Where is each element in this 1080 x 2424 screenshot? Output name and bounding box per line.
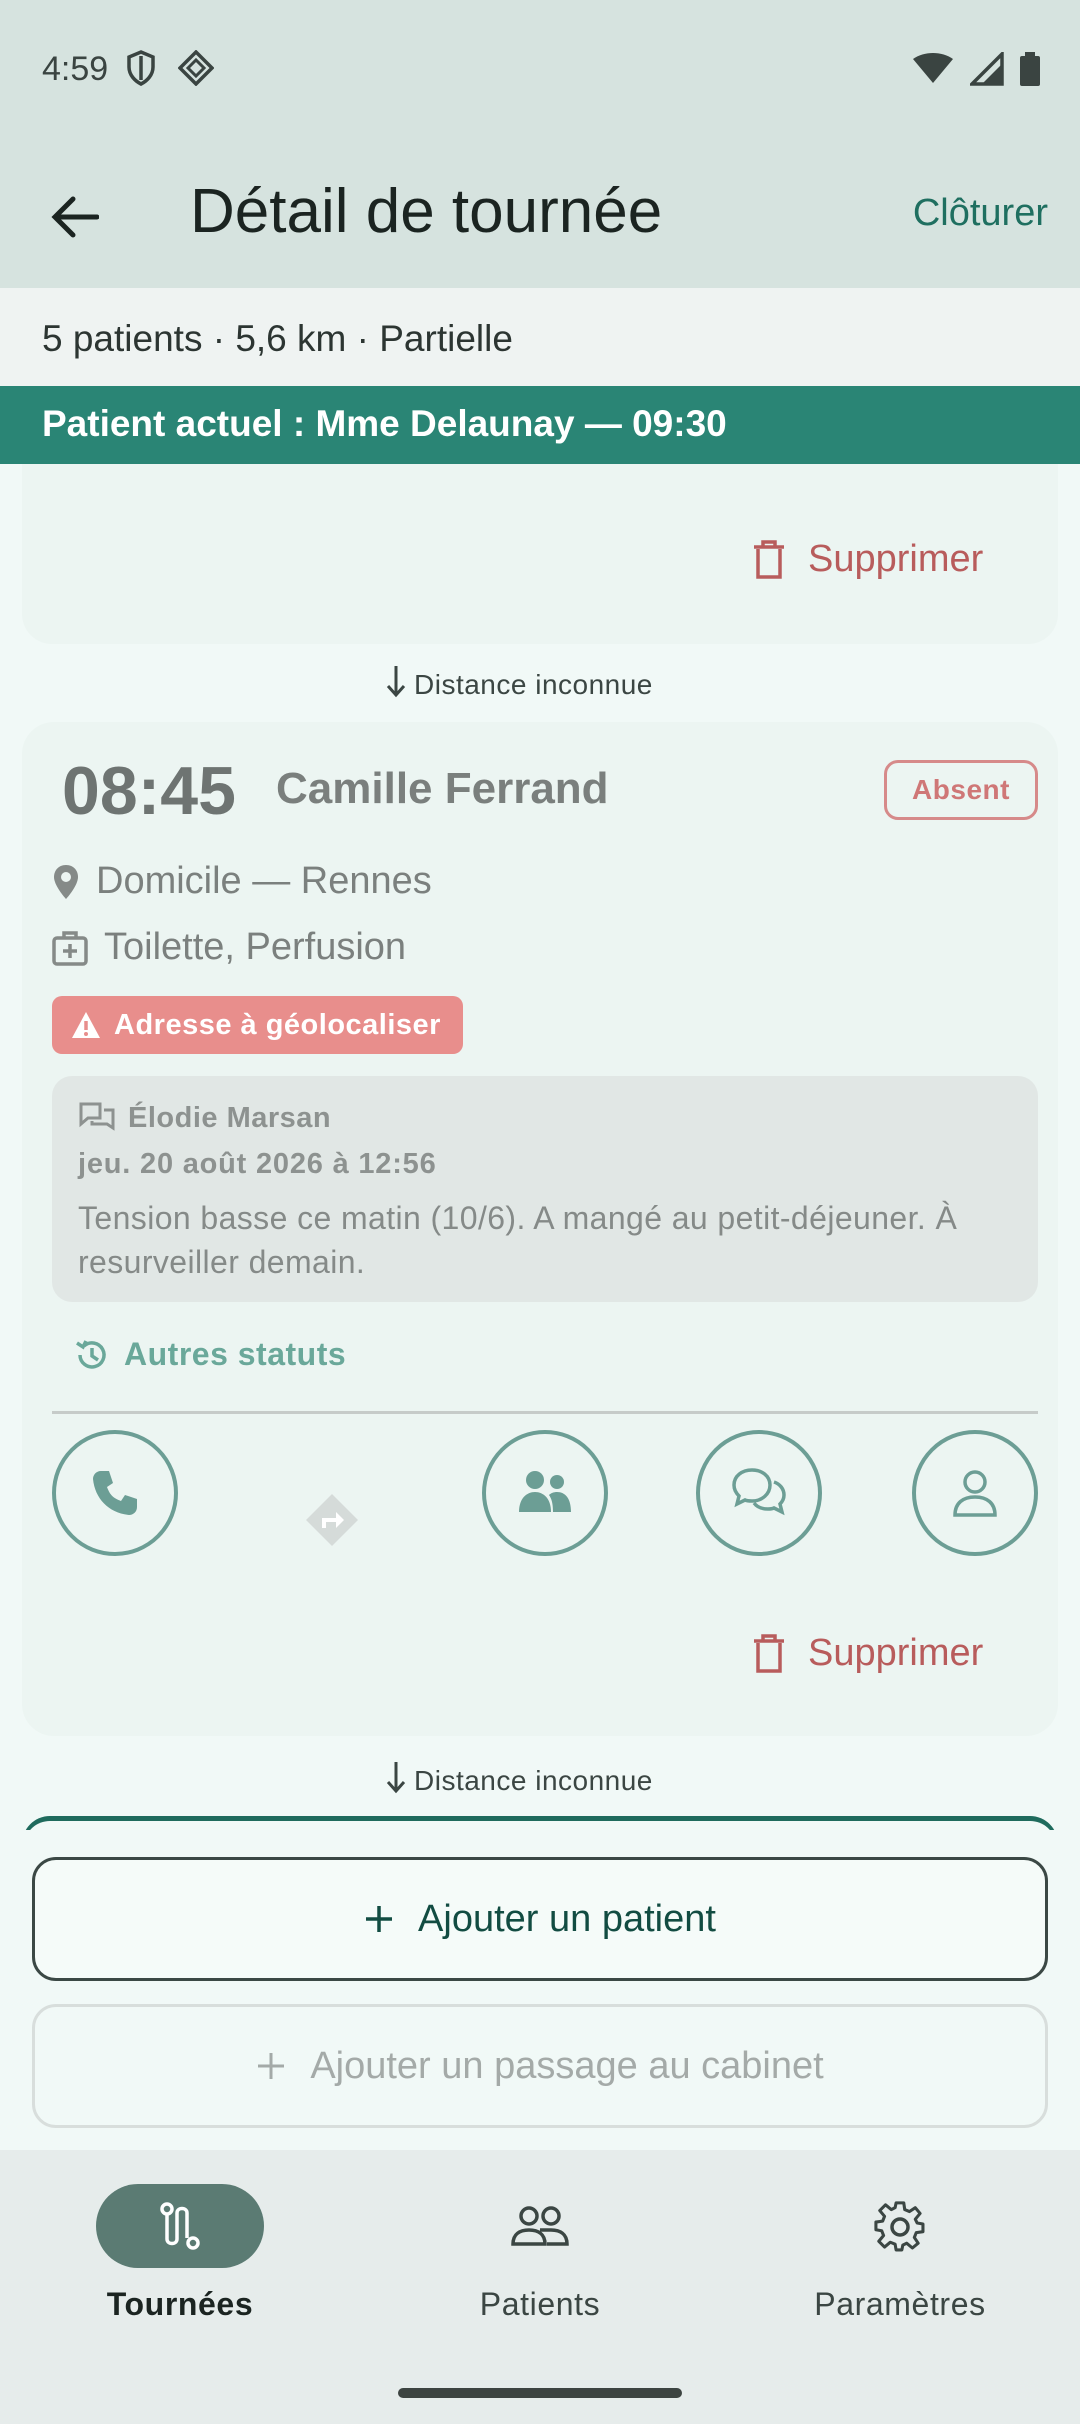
diamond-grid-icon — [178, 50, 214, 86]
call-button[interactable] — [52, 1430, 178, 1556]
care-row: Toilette, Perfusion — [52, 926, 406, 969]
chat-icon — [732, 1468, 786, 1516]
distance-text: Distance inconnue — [414, 1764, 653, 1796]
page-title: Détail de tournée — [190, 177, 663, 246]
location-pin-icon — [54, 864, 78, 899]
delete-label: Supprimer — [808, 538, 984, 580]
family-icon — [519, 1471, 571, 1512]
trash-icon — [754, 1633, 784, 1673]
other-status-label: Autres statuts — [124, 1336, 347, 1372]
add-patient-label: Ajouter un patient — [418, 1897, 716, 1940]
note-author: Élodie Marsan — [78, 1100, 331, 1136]
note-text: Tension basse ce matin (10/6). A mangé a… — [78, 1200, 958, 1280]
visit-time: 08:45 — [62, 753, 236, 829]
messages-button[interactable] — [696, 1430, 822, 1556]
plus-icon — [366, 1906, 393, 1932]
delete-button[interactable]: Supprimer — [752, 1632, 983, 1675]
patient-name[interactable]: Camille Ferrand — [276, 764, 609, 814]
note-date: jeu. 20 août 2026 à 12:56 — [78, 1148, 437, 1180]
note-author-name: Élodie Marsan — [128, 1101, 332, 1134]
care-text: Toilette, Perfusion — [104, 926, 407, 968]
warning-text: Adresse à géolocaliser — [114, 1008, 441, 1041]
nav-label: Patients — [479, 2286, 601, 2322]
add-patient-button[interactable]: Ajouter un patient — [32, 1857, 1048, 1981]
add-cabinet-visit-button[interactable]: Ajouter un passage au cabinet — [32, 2004, 1048, 2128]
other-status-button[interactable]: Autres statuts — [74, 1336, 346, 1373]
nav-pill — [816, 2184, 984, 2268]
arrow-down-icon — [384, 664, 408, 705]
gear-icon — [874, 2201, 925, 2252]
shield-icon — [127, 50, 155, 86]
family-button[interactable] — [482, 1430, 608, 1556]
medical-bag-icon — [52, 930, 88, 966]
tour-summary: 5 patients · 5,6 km · Partielle — [42, 318, 513, 359]
nav-item-tournees[interactable]: Tournées — [30, 2184, 330, 2323]
person-icon — [953, 1470, 997, 1517]
close-tour-button[interactable]: Clôturer — [913, 192, 1048, 235]
nav-pill-active — [96, 2184, 264, 2268]
route-icon — [160, 2202, 200, 2250]
status-time: 4:59 — [42, 50, 109, 88]
distance-indicator: Distance inconnue — [384, 664, 653, 705]
phone-icon — [93, 1471, 137, 1515]
back-button[interactable] — [40, 182, 110, 252]
arrow-down-icon — [384, 1760, 408, 1801]
home-indicator[interactable] — [398, 2388, 682, 2398]
warning-icon — [72, 1012, 100, 1038]
trash-icon — [754, 539, 784, 579]
location-row: Domicile — Rennes — [52, 860, 432, 903]
nav-item-parametres[interactable]: Paramètres — [750, 2184, 1050, 2323]
divider — [52, 1411, 1038, 1414]
delete-button[interactable]: Supprimer — [752, 538, 983, 581]
distance-text: Distance inconnue — [414, 668, 653, 700]
history-icon — [76, 1339, 106, 1369]
battery-icon — [1020, 52, 1040, 86]
status-icons-left — [126, 50, 214, 86]
wifi-icon — [913, 53, 953, 83]
nav-item-patients[interactable]: Patients — [390, 2184, 690, 2323]
status-badge: Absent — [884, 760, 1038, 820]
current-patient-text: Patient actuel : Mme Delaunay — 09:30 — [42, 403, 727, 444]
patient-profile-button[interactable] — [912, 1430, 1038, 1556]
directions-button[interactable] — [300, 1488, 364, 1552]
chat-bubbles-icon — [79, 1102, 115, 1131]
geolocation-warning-chip[interactable]: Adresse à géolocaliser — [52, 996, 463, 1054]
location-text: Domicile — Rennes — [96, 860, 432, 902]
distance-indicator: Distance inconnue — [384, 1760, 653, 1801]
delete-label: Supprimer — [808, 1632, 984, 1674]
status-icons-right — [912, 52, 1040, 86]
arrow-back-icon — [51, 196, 99, 238]
people-icon — [511, 2206, 569, 2246]
nav-pill — [456, 2184, 624, 2268]
signal-icon — [970, 52, 1004, 86]
nav-label: Paramètres — [814, 2286, 986, 2322]
nav-label: Tournées — [106, 2286, 254, 2322]
plus-icon — [258, 2053, 285, 2079]
add-cabinet-label: Ajouter un passage au cabinet — [310, 2044, 824, 2087]
directions-icon — [306, 1494, 358, 1546]
